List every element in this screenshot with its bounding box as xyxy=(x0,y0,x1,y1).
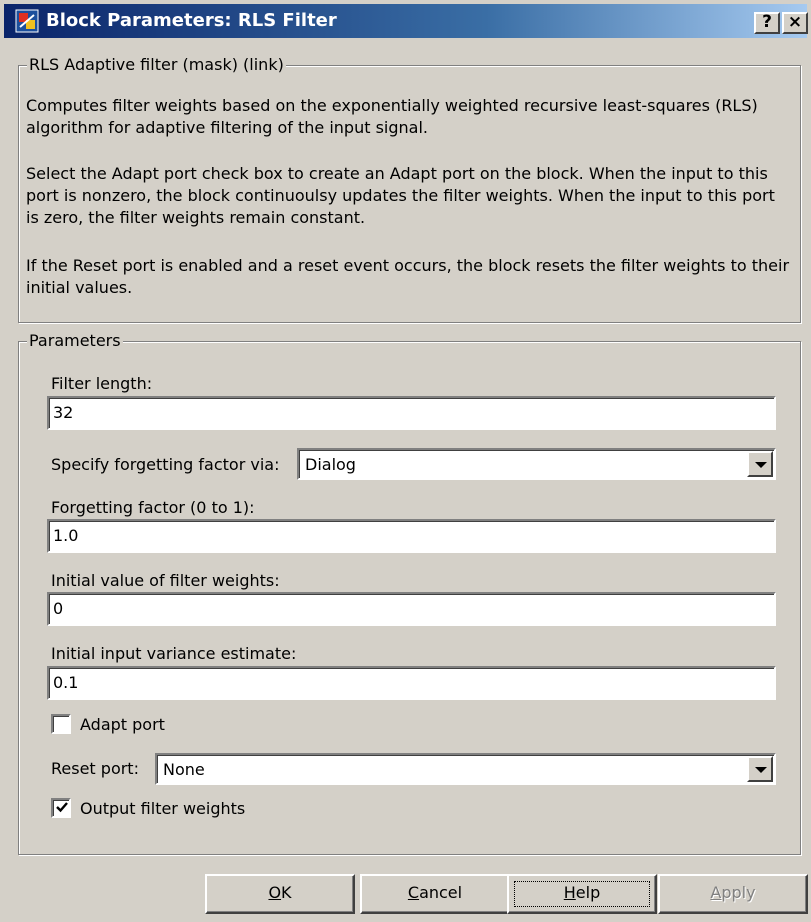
ok-mnemonic: O xyxy=(268,883,282,902)
focus-ring xyxy=(514,881,650,907)
help-icon[interactable]: ? xyxy=(754,12,780,34)
reset-port-value: None xyxy=(163,760,205,779)
reset-port-dropdown[interactable]: None xyxy=(155,753,776,785)
initial-variance-field[interactable]: 0.1 xyxy=(47,666,776,700)
close-icon[interactable]: × xyxy=(782,12,808,34)
description-paragraph-3: If the Reset port is enabled and a reset… xyxy=(26,256,790,297)
forgetting-source-label: Specify forgetting factor via: xyxy=(51,455,280,474)
description-group-title: RLS Adaptive filter (mask) (link) xyxy=(27,55,286,74)
title-bar[interactable]: Block Parameters: RLS Filter ? × xyxy=(4,4,808,38)
adapt-port-checkbox[interactable] xyxy=(51,714,71,734)
simulink-block-icon xyxy=(15,9,39,33)
filter-length-field[interactable]: 32 xyxy=(47,396,776,430)
description-paragraph-1: Computes filter weights based on the exp… xyxy=(26,96,758,137)
adapt-port-label[interactable]: Adapt port xyxy=(80,715,165,734)
output-weights-checkbox[interactable] xyxy=(51,798,71,818)
checkmark-icon xyxy=(56,802,68,813)
forgetting-source-dropdown[interactable]: Dialog xyxy=(297,448,776,480)
description-paragraph-2: Select the Adapt port check box to creat… xyxy=(26,164,775,227)
output-weights-label[interactable]: Output filter weights xyxy=(80,799,245,818)
initial-weights-label: Initial value of filter weights: xyxy=(51,571,280,590)
initial-variance-label: Initial input variance estimate: xyxy=(51,644,297,663)
cancel-label-rest: ancel xyxy=(419,883,463,902)
apply-label-rest: pply xyxy=(721,883,756,902)
chevron-down-icon[interactable] xyxy=(747,756,773,782)
help-button[interactable]: Help xyxy=(507,874,657,914)
chevron-down-icon[interactable] xyxy=(747,451,773,477)
block-parameters-dialog: Block Parameters: RLS Filter ? × RLS Ada… xyxy=(0,0,811,922)
forgetting-source-value: Dialog xyxy=(305,455,356,474)
cancel-mnemonic: C xyxy=(407,883,420,902)
parameters-group-title: Parameters xyxy=(27,331,123,350)
apply-button[interactable]: Apply xyxy=(658,874,808,914)
ok-button[interactable]: OK xyxy=(205,874,355,914)
initial-weights-field[interactable]: 0 xyxy=(47,592,776,626)
window-title: Block Parameters: RLS Filter xyxy=(46,10,337,31)
apply-mnemonic: A xyxy=(710,883,722,902)
filter-length-label: Filter length: xyxy=(51,374,153,393)
forgetting-factor-field[interactable]: 1.0 xyxy=(47,519,776,553)
ok-label-rest: K xyxy=(281,883,292,902)
reset-port-label: Reset port: xyxy=(51,759,139,778)
forgetting-factor-label: Forgetting factor (0 to 1): xyxy=(51,498,255,517)
cancel-button[interactable]: Cancel xyxy=(360,874,510,914)
